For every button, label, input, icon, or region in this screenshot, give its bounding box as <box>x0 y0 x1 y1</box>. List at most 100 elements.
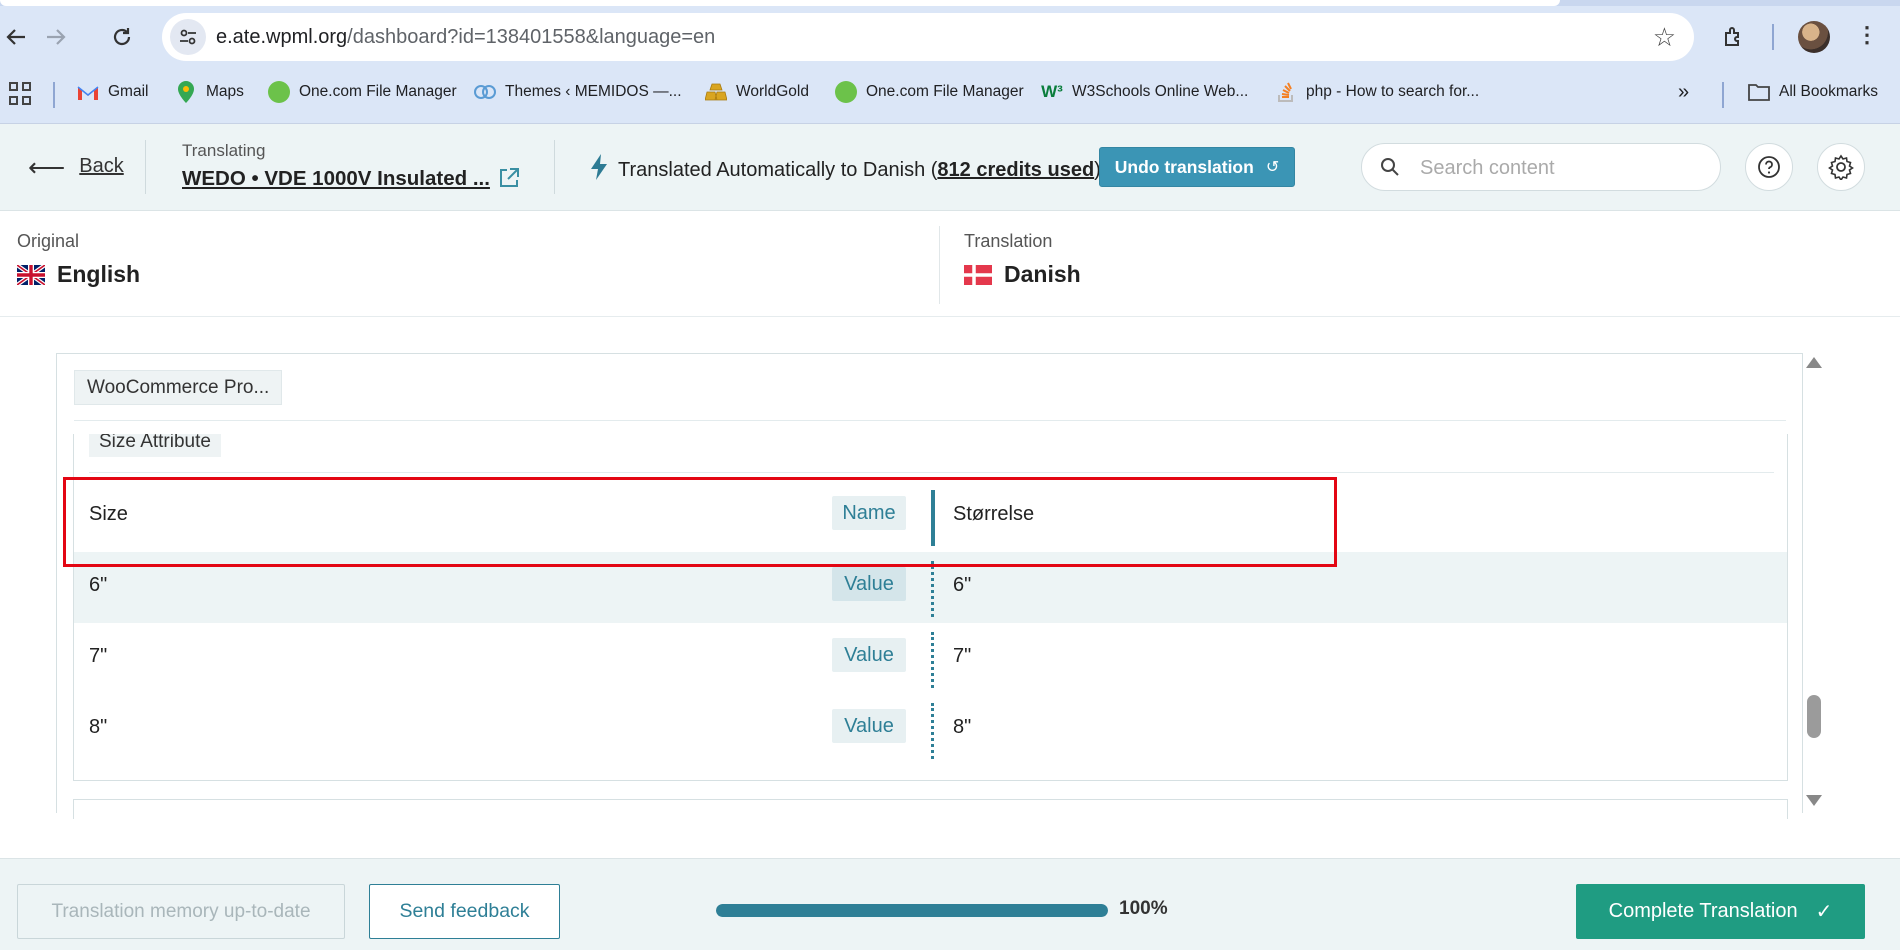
external-link-icon[interactable] <box>498 167 520 189</box>
field-type-tag: Value <box>832 638 906 672</box>
lightning-icon <box>590 154 608 186</box>
language-bar: Original English Translation Danish <box>0 211 1900 317</box>
segment-marker <box>931 561 934 617</box>
wordpress-icon <box>474 81 496 103</box>
back-label: Back <box>79 155 124 177</box>
scrollbar-thumb[interactable] <box>1807 695 1821 738</box>
site-settings-icon[interactable] <box>170 19 206 55</box>
original-language-name: English <box>57 261 141 287</box>
bookmark-gmail[interactable]: Gmail <box>77 80 148 104</box>
attribute-divider <box>89 472 1774 473</box>
search-icon <box>1381 158 1399 176</box>
forward-arrow-icon[interactable] <box>40 21 72 53</box>
all-bookmarks[interactable]: All Bookmarks <box>1748 80 1878 104</box>
auto-translation-status: Translated Automatically to Danish (812 … <box>590 154 1101 186</box>
attribute-chip[interactable]: Size Attribute <box>89 434 221 457</box>
search-input[interactable] <box>1420 154 1700 182</box>
back-arrow-icon[interactable] <box>0 21 32 53</box>
onecom-icon <box>268 81 290 103</box>
undo-icon: ↺ <box>1265 159 1280 176</box>
undo-translation-button[interactable]: Undo translation ↺ <box>1099 147 1295 187</box>
progress-bar <box>716 904 1108 917</box>
translating-info: Translating WEDO • VDE 1000V Insulated .… <box>182 141 490 191</box>
tab-strip <box>0 0 1900 6</box>
field-type-tag: Value <box>832 567 906 601</box>
bookmarks-divider <box>1722 82 1724 108</box>
bookmark-star-icon[interactable]: ☆ <box>1653 22 1676 53</box>
undo-translation-label: Undo translation <box>1114 156 1254 177</box>
folder-icon <box>1748 81 1770 103</box>
source-text: 7" <box>89 645 108 667</box>
next-section-card <box>73 799 1788 819</box>
original-caption: Original <box>17 231 80 251</box>
credits-used[interactable]: 812 credits used <box>937 159 1094 182</box>
document-title-link[interactable]: WEDO • VDE 1000V Insulated ... <box>182 167 490 191</box>
active-tab[interactable] <box>0 0 1560 6</box>
complete-translation-button[interactable]: Complete Translation ✓ <box>1576 884 1865 939</box>
translating-caption: Translating <box>182 141 266 160</box>
segment-row[interactable]: 7" Value 7" <box>74 623 1787 694</box>
w3schools-icon: W³ <box>1041 82 1063 101</box>
progress-label: 100% <box>1119 898 1168 919</box>
profile-avatar[interactable] <box>1798 21 1830 53</box>
section-chip[interactable]: WooCommerce Pro... <box>74 370 283 405</box>
address-bar[interactable]: e.ate.wpml.org/dashboard?id=138401558&la… <box>162 13 1694 61</box>
highlight-annotation <box>63 477 1337 567</box>
reload-icon[interactable] <box>106 21 138 53</box>
translation-language-name: Danish <box>1004 261 1081 287</box>
bookmark-onecom-2[interactable]: One.com File Manager <box>835 80 1024 104</box>
browser-menu-icon[interactable]: ⋮ <box>1856 22 1878 48</box>
segment-row[interactable]: 8" Value 8" <box>74 694 1787 765</box>
target-text[interactable]: 7" <box>953 645 971 668</box>
bookmarks-divider <box>53 82 55 108</box>
gold-icon <box>705 81 727 103</box>
uk-flag-icon <box>17 264 45 285</box>
help-button[interactable] <box>1745 143 1793 191</box>
segment-marker <box>931 632 934 688</box>
extensions-icon[interactable] <box>1718 21 1750 53</box>
auto-translation-text: Translated Automatically to Danish ( <box>618 158 938 181</box>
back-arrow-icon: ⟵ <box>28 151 66 182</box>
check-icon: ✓ <box>1815 901 1833 923</box>
browser-toolbar: e.ate.wpml.org/dashboard?id=138401558&la… <box>0 0 1900 74</box>
bookmark-maps[interactable]: Maps <box>175 80 244 104</box>
bookmark-themes[interactable]: Themes ‹ MEMIDOS —... <box>474 80 682 104</box>
field-type-tag: Value <box>832 709 906 743</box>
bookmark-onecom-1[interactable]: One.com File Manager <box>268 80 457 104</box>
onecom-icon <box>835 81 857 103</box>
translation-caption: Translation <box>964 231 1053 251</box>
danish-flag-icon <box>964 264 992 285</box>
bookmark-stackoverflow[interactable]: php - How to search for... <box>1275 80 1479 104</box>
url-text: e.ate.wpml.org/dashboard?id=138401558&la… <box>216 26 716 48</box>
editor-footer: Translation memory up-to-date Send feedb… <box>0 858 1900 950</box>
original-language: Original English <box>17 231 140 288</box>
source-text: 6" <box>89 574 108 596</box>
bookmark-worldgold[interactable]: WorldGold <box>705 80 809 104</box>
target-text[interactable]: 6" <box>953 574 971 597</box>
translation-memory-button[interactable]: Translation memory up-to-date <box>17 884 345 939</box>
back-link[interactable]: ⟵ Back <box>28 151 124 182</box>
search-content[interactable] <box>1361 143 1721 191</box>
gear-icon <box>1828 154 1854 180</box>
header-divider <box>554 140 555 194</box>
source-text: 8" <box>89 716 108 738</box>
bookmark-w3schools[interactable]: W³ W3Schools Online Web... <box>1041 80 1248 104</box>
section-divider <box>74 420 1786 421</box>
scroll-down-arrow-icon[interactable] <box>1806 795 1822 806</box>
editor-header: ⟵ Back Translating WEDO • VDE 1000V Insu… <box>0 124 1900 211</box>
maps-icon <box>175 81 197 103</box>
help-icon <box>1758 156 1780 178</box>
scroll-up-arrow-icon[interactable] <box>1806 357 1822 368</box>
target-text[interactable]: 8" <box>953 716 971 739</box>
language-divider <box>939 226 940 304</box>
segment-marker <box>931 703 934 759</box>
translation-content: WooCommerce Pro... Size Attribute Size N… <box>56 353 1803 819</box>
header-divider <box>145 140 146 194</box>
gmail-icon <box>77 81 99 103</box>
send-feedback-button[interactable]: Send feedback <box>369 884 560 939</box>
translation-language: Translation Danish <box>964 231 1081 288</box>
complete-translation-label: Complete Translation <box>1608 900 1798 922</box>
apps-grid-icon[interactable] <box>9 82 33 106</box>
settings-button[interactable] <box>1817 143 1865 191</box>
more-bookmarks-icon[interactable]: » <box>1678 80 1689 104</box>
